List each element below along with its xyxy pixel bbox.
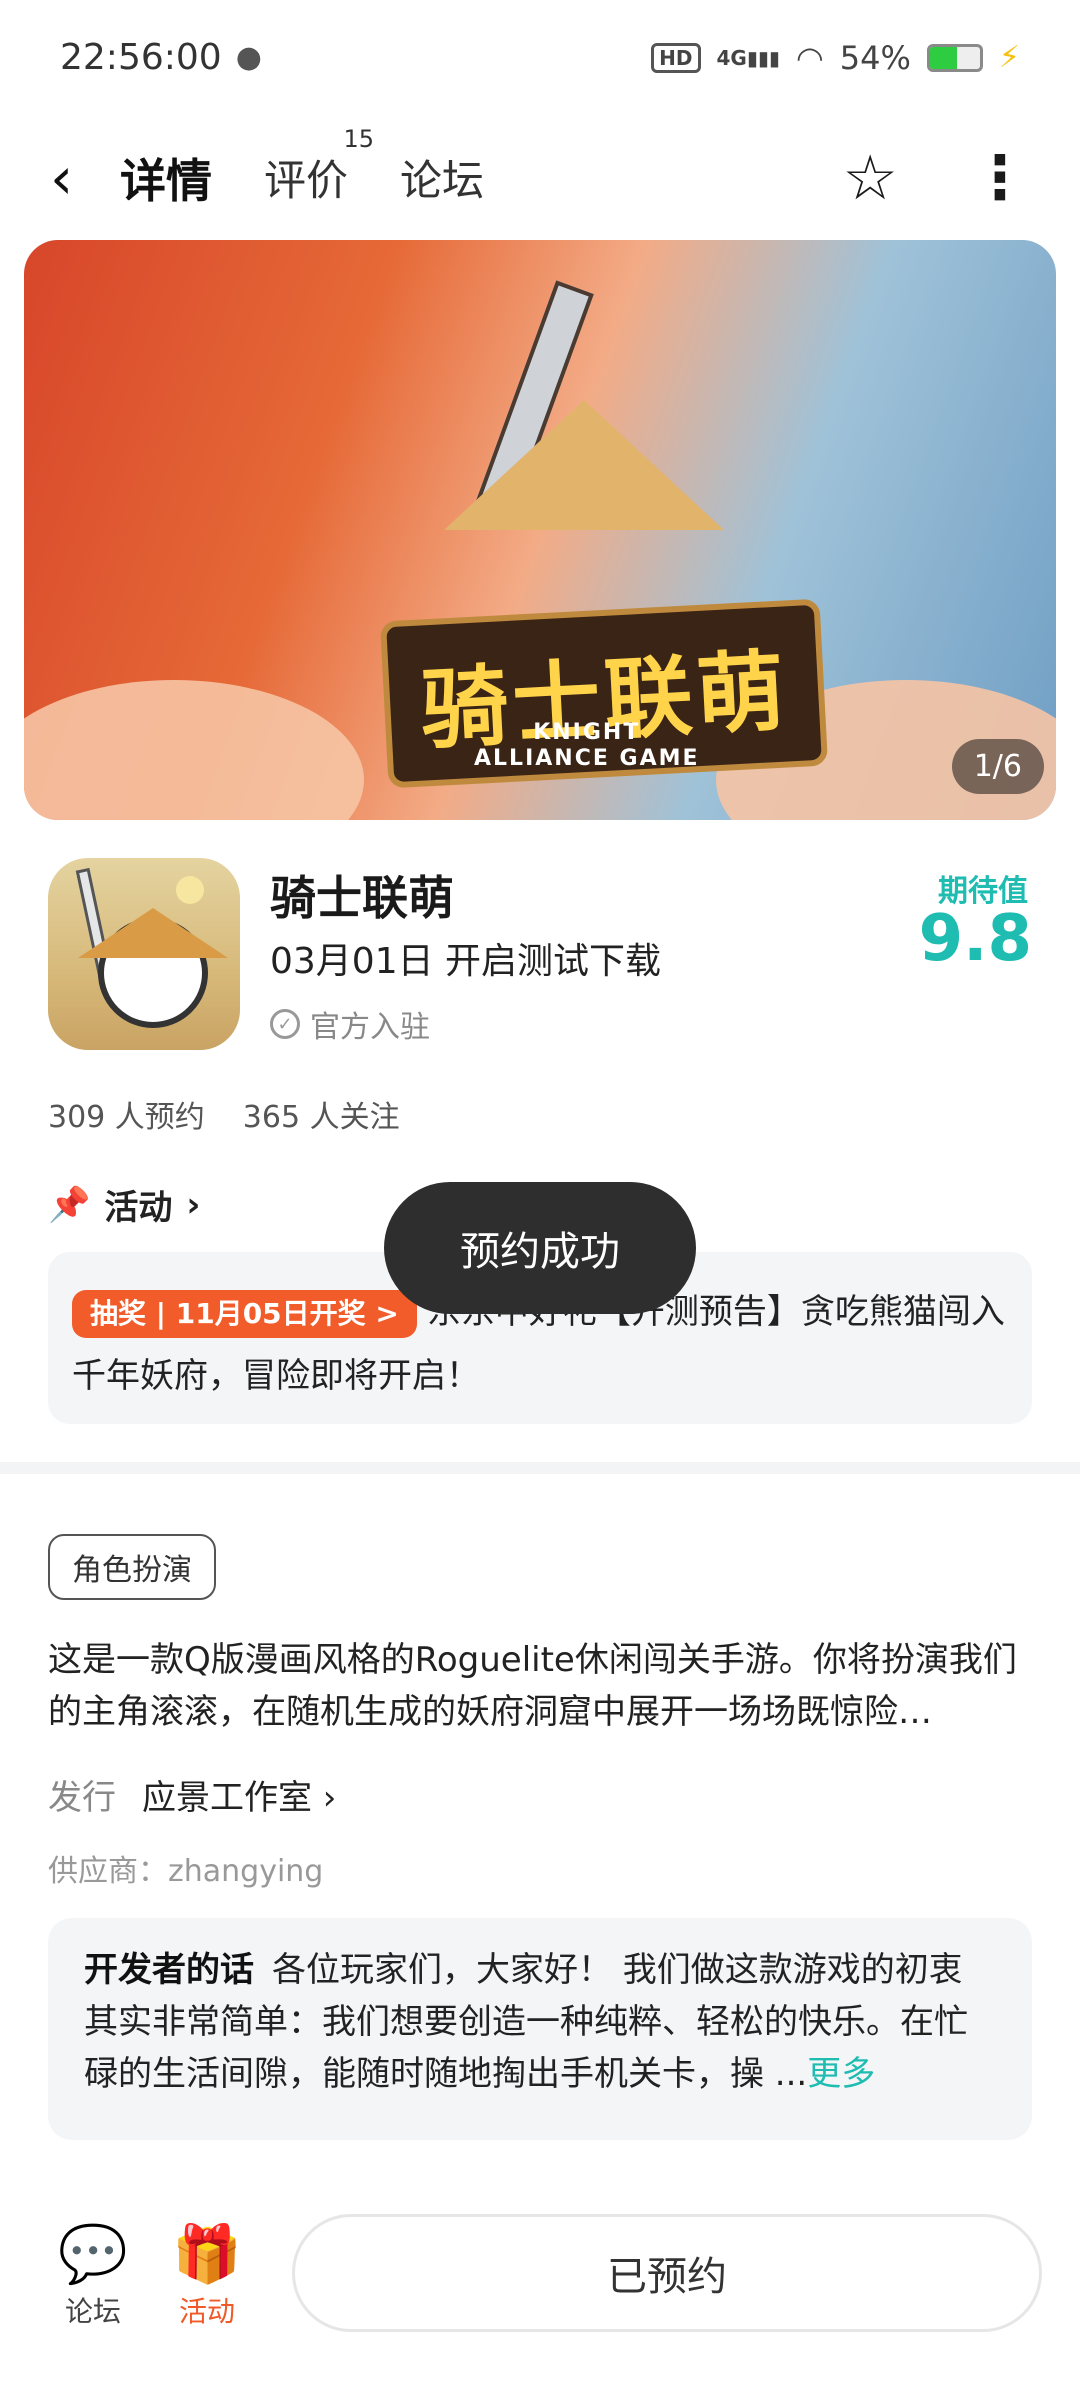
- star-favorite-icon[interactable]: ☆: [842, 141, 898, 214]
- tab-details[interactable]: 详情: [114, 145, 218, 217]
- forum-chat-icon: 💬: [58, 2222, 128, 2287]
- game-description[interactable]: 这是一款Q版漫画风格的Roguelite休闲闯关手游。你将扮演我们的主角滚滚，在…: [48, 1634, 1032, 1738]
- activity-section-header[interactable]: 📌 活动 ›: [48, 1180, 200, 1229]
- banner-page-counter: 1/6: [951, 739, 1044, 794]
- stats-row: 309 人预约 365 人关注: [48, 1092, 400, 1136]
- reserve-success-toast: 预约成功: [384, 1182, 696, 1314]
- cloud-graphic-left: [24, 680, 364, 820]
- review-count-badge: 15: [343, 125, 375, 153]
- follow-count: 365 人关注: [242, 1100, 400, 1135]
- banner-subtitle: KNIGHT ALLIANCE GAME: [474, 720, 700, 771]
- reserved-button[interactable]: 已预约: [292, 2214, 1042, 2332]
- gift-icon: 🎁: [172, 2222, 242, 2287]
- clock: 22:56:00: [60, 37, 222, 78]
- app-icon: [48, 858, 240, 1050]
- charging-icon: ⚡: [998, 40, 1020, 75]
- bottom-forum-button[interactable]: 💬 论坛: [48, 2220, 138, 2330]
- bottom-activity-button[interactable]: 🎁 活动: [162, 2220, 252, 2330]
- tab-reviews[interactable]: 评价 15: [264, 125, 374, 208]
- publisher-label: 发行: [48, 1778, 116, 1818]
- genre-tag[interactable]: 角色扮演: [48, 1534, 216, 1600]
- developer-note-card: 开发者的话 各位玩家们，大家好！ 我们做这款游戏的初衷其实非常简单：我们想要创造一…: [48, 1918, 1032, 2140]
- release-date: 03月01日 开启测试下载: [270, 941, 662, 982]
- status-bar: 22:56:00 ● HD 4G▮▮▮ ◠ 54% ⚡: [0, 0, 1080, 115]
- battery-icon: [926, 43, 983, 72]
- wechat-icon: ●: [235, 40, 262, 75]
- game-banner[interactable]: 骑士联萌 KNIGHT ALLIANCE GAME 1/6: [24, 240, 1056, 820]
- expectation-score: 9.8: [918, 902, 1032, 976]
- check-circle-icon: ✓: [270, 1009, 300, 1039]
- top-nav: ‹ 详情 评价 15 论坛 ☆ ⋮: [0, 115, 1080, 240]
- publisher-row[interactable]: 发行 应景工作室 ›: [48, 1770, 336, 1819]
- battery-percent: 54%: [839, 38, 911, 77]
- hat-graphic: [444, 400, 724, 530]
- publisher-name: 应景工作室 ›: [142, 1778, 337, 1818]
- bottom-action-bar: 💬 论坛 🎁 活动 已预约: [0, 2190, 1080, 2400]
- back-arrow-icon[interactable]: ‹: [50, 144, 120, 212]
- supplier-info: 供应商：zhangying: [48, 1854, 324, 1889]
- wifi-icon: ◠: [795, 38, 824, 77]
- more-options-icon[interactable]: ⋮: [970, 148, 1030, 208]
- more-link[interactable]: 更多: [807, 2054, 875, 2094]
- section-divider: [0, 1462, 1080, 1474]
- chevron-right-icon: ›: [186, 1184, 201, 1225]
- reserve-count: 309 人预约: [48, 1100, 205, 1135]
- official-badge: ✓ 官方入驻: [270, 1002, 430, 1046]
- pin-icon: 📌: [48, 1184, 91, 1225]
- app-name: 骑士联萌: [270, 871, 454, 925]
- hd-icon: HD: [651, 42, 701, 73]
- developer-note-label: 开发者的话: [84, 1950, 254, 1990]
- status-icons: HD 4G▮▮▮ ◠ 54% ⚡: [651, 39, 1020, 77]
- lottery-tag: 抽奖 | 11月05日开奖 >: [72, 1289, 417, 1338]
- signal-icon: 4G▮▮▮: [716, 45, 780, 70]
- tab-forum[interactable]: 论坛: [400, 147, 484, 208]
